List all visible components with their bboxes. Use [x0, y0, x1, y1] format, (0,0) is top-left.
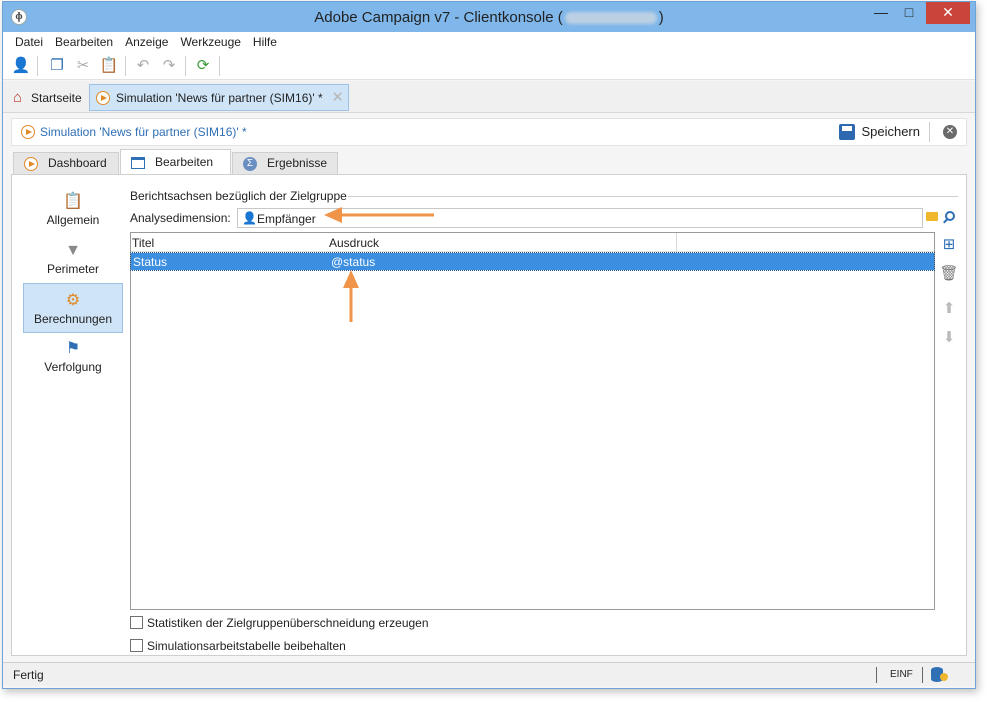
sigma-icon: Σ: [243, 157, 257, 171]
undo-icon[interactable]: ↶: [133, 56, 153, 76]
status-separator: [922, 667, 923, 683]
window-title: Adobe Campaign v7 - Clientkonsole (): [3, 9, 975, 26]
menu-datei[interactable]: Datei: [3, 32, 49, 49]
database-check-icon: [940, 673, 948, 681]
menu-anzeige[interactable]: Anzeige: [119, 32, 174, 49]
edit-form-icon: [131, 157, 145, 169]
sidebar-item-allgemein[interactable]: 📋 Allgemein: [23, 185, 123, 235]
tab-dashboard[interactable]: Dashboard: [13, 152, 119, 175]
sidebar-item-perimeter[interactable]: ▼ Perimeter: [23, 234, 123, 284]
tab-dashboard-label: Dashboard: [48, 156, 107, 170]
toolbar-separator: [185, 56, 186, 76]
person-icon: 👤: [242, 211, 257, 225]
insert-mode-indicator: EINF: [890, 669, 913, 680]
move-up-icon[interactable]: ⬆: [939, 299, 959, 319]
document-title: Simulation 'News für partner (SIM16)' *: [40, 125, 247, 139]
app-window: ɸ Adobe Campaign v7 - Clientkonsole () —…: [2, 1, 976, 689]
sidebar-item-berechnungen[interactable]: ⚙ Berechnungen: [23, 283, 123, 333]
cell-titel: Status: [133, 255, 168, 269]
save-button-label: Speichern: [861, 124, 920, 139]
table-row[interactable]: Status @status: [130, 252, 935, 271]
gear-icon: ⚙: [65, 292, 81, 309]
checkbox[interactable]: [130, 639, 143, 652]
cell-ausdruck: @status: [331, 255, 376, 269]
add-calculation-icon[interactable]: ⊞: [939, 235, 959, 255]
close-document-icon[interactable]: ✕: [943, 125, 957, 139]
toolbar: 👤 ❐ ✂ 📋 ↶ ↷ ⟳: [3, 52, 975, 80]
sidebar-item-label: Perimeter: [46, 262, 99, 276]
checkbox[interactable]: [130, 616, 143, 629]
status-separator: [876, 667, 877, 683]
tab-ergebnisse[interactable]: Σ Ergebnisse: [232, 152, 338, 175]
analysis-dimension-value: Empfänger: [257, 212, 316, 226]
tab-ergebnisse-label: Ergebnisse: [267, 156, 328, 170]
save-button[interactable]: Speichern: [839, 123, 920, 141]
checkbox-label: Simulationsarbeitstabelle beibehalten: [147, 639, 346, 653]
sidebar-item-label: Verfolgung: [44, 360, 102, 374]
column-header-ausdruck[interactable]: Ausdruck: [329, 236, 379, 250]
refresh-icon[interactable]: ⟳: [193, 56, 213, 76]
search-icon[interactable]: [945, 211, 955, 221]
home-icon: ⌂: [13, 89, 23, 106]
close-tab-icon[interactable]: ✕: [331, 88, 344, 106]
header-separator: [929, 122, 930, 142]
checkbox-label: Statistiken der Zielgruppenüberschneidun…: [147, 616, 429, 630]
document-tabs: ⌂ Startseite Simulation 'News für partne…: [3, 81, 975, 113]
move-down-icon[interactable]: ⬇: [939, 328, 959, 348]
close-window-button[interactable]: ✕: [926, 2, 970, 24]
status-text: Fertig: [13, 668, 44, 682]
column-header-titel[interactable]: Titel: [132, 236, 154, 250]
sidebar-item-verfolgung[interactable]: ⚑ Verfolgung: [23, 332, 123, 382]
side-navigation: 📋 Allgemein ▼ Perimeter ⚙ Berechnungen ⚑…: [12, 175, 123, 655]
filter-icon: ▼: [65, 242, 81, 259]
tab-startseite[interactable]: ⌂ Startseite: [11, 87, 82, 109]
title-bar: ɸ Adobe Campaign v7 - Clientkonsole () —…: [3, 2, 975, 32]
menu-bar: Datei Bearbeiten Anzeige Werkzeuge Hilfe: [3, 32, 975, 52]
dashboard-icon: [24, 157, 38, 171]
sidebar-item-label: Berechnungen: [33, 312, 113, 326]
tab-bearbeiten[interactable]: Bearbeiten: [120, 149, 231, 176]
edit-panel: 📋 Allgemein ▼ Perimeter ⚙ Berechnungen ⚑…: [11, 174, 967, 656]
menu-bearbeiten[interactable]: Bearbeiten: [49, 32, 119, 49]
simulation-icon: [96, 91, 110, 105]
redacted-server-name: [564, 12, 657, 25]
status-bar: Fertig EINF: [3, 662, 975, 686]
toolbar-separator: [37, 56, 38, 76]
redo-icon[interactable]: ↷: [159, 56, 179, 76]
toolbar-separator: [219, 56, 220, 76]
menu-werkzeuge[interactable]: Werkzeuge: [174, 32, 246, 49]
simulation-icon: [21, 125, 35, 139]
calculations-grid[interactable]: Titel Ausdruck Status @status: [130, 232, 935, 610]
clipboard-icon: 📋: [63, 193, 83, 210]
section-divider: [348, 196, 958, 197]
grid-header: Titel Ausdruck: [131, 233, 934, 252]
tracking-icon: ⚑: [65, 340, 81, 357]
tab-startseite-label: Startseite: [31, 91, 82, 105]
tab-simulation-label: Simulation 'News für partner (SIM16)' *: [116, 91, 323, 105]
document-header: Simulation 'News für partner (SIM16)' * …: [11, 118, 967, 146]
delete-icon[interactable]: 🗑: [939, 264, 959, 284]
paste-icon[interactable]: 📋: [99, 56, 119, 76]
minimize-button[interactable]: —: [867, 2, 895, 24]
cut-icon[interactable]: ✂: [73, 56, 93, 76]
menu-hilfe[interactable]: Hilfe: [247, 32, 283, 49]
sidebar-item-label: Allgemein: [46, 213, 100, 227]
section-title: Berichtsachsen bezüglich der Zielgruppe: [130, 189, 347, 203]
save-icon: [839, 124, 856, 140]
new-recipient-icon[interactable]: 👤: [11, 56, 31, 76]
checkbox-overlap-stats[interactable]: Statistiken der Zielgruppenüberschneidun…: [130, 616, 429, 630]
toolbar-separator: [125, 56, 126, 76]
window-title-suffix: ): [658, 9, 664, 26]
folder-icon[interactable]: [926, 212, 938, 221]
dimension-label: Analysedimension:: [130, 211, 231, 225]
column-separator: [676, 233, 677, 252]
checkbox-keep-worktable[interactable]: Simulationsarbeitstabelle beibehalten: [130, 639, 346, 653]
sub-tabs: Dashboard Bearbeiten Σ Ergebnisse: [11, 149, 967, 176]
maximize-button[interactable]: □: [895, 2, 923, 24]
tab-bearbeiten-label: Bearbeiten: [155, 155, 214, 169]
copy-icon[interactable]: ❐: [47, 56, 67, 76]
analysis-dimension-field[interactable]: 👤 Empfänger: [237, 208, 923, 228]
window-title-text: Adobe Campaign v7 - Clientkonsole (: [314, 9, 563, 26]
tab-simulation[interactable]: Simulation 'News für partner (SIM16)' * …: [89, 84, 349, 111]
